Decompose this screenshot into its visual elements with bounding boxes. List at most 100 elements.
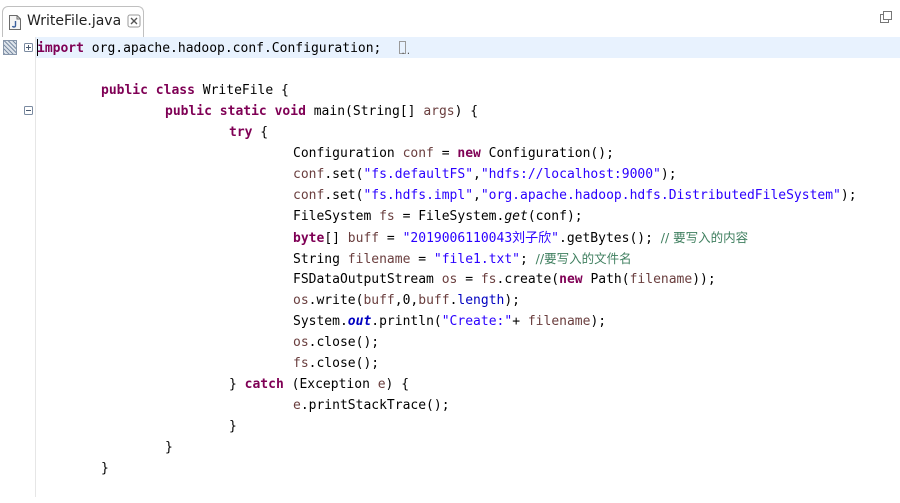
keyword: new <box>559 272 583 287</box>
parameter: e <box>377 377 386 392</box>
string-literal: "Create:" <box>441 314 513 329</box>
code-editor[interactable]: import org.apache.hadoop.conf.Configurat… <box>0 37 900 503</box>
keyword: import <box>37 41 84 56</box>
variable: buff <box>363 293 395 308</box>
code-text: .getBytes(); <box>559 231 661 246</box>
keyword: public <box>165 104 212 119</box>
string-literal: "org.apache.hadoop.hdfs.DistributedFileS… <box>480 188 841 203</box>
close-icon[interactable] <box>127 14 141 28</box>
variable: filename <box>629 272 693 287</box>
code-text: org.apache.hadoop.conf.Configuration; <box>83 41 382 56</box>
keyword: new <box>457 146 481 161</box>
code-text: + <box>512 314 528 329</box>
keyword: byte <box>293 231 325 246</box>
variable: fs <box>379 209 395 224</box>
code-text: .println( <box>371 314 442 329</box>
code-line: String filename = "file1.txt"; //要写入的文件名 <box>293 248 632 269</box>
code-line: FileSystem fs = FileSystem.get(conf); <box>293 206 583 227</box>
code-text: )); <box>692 272 716 287</box>
code-line: import org.apache.hadoop.conf.Configurat… <box>37 38 411 59</box>
variable: os <box>293 335 309 350</box>
string-literal: "2019006110043刘子欣" <box>402 231 559 246</box>
variable: os <box>293 293 309 308</box>
variable: conf <box>402 146 434 161</box>
code-text: .create( <box>496 272 560 287</box>
keyword: void <box>274 104 306 119</box>
code-text: System. <box>293 314 348 329</box>
keyword: try <box>229 125 253 140</box>
code-text: WriteFile { <box>194 83 289 98</box>
code-text: .close(); <box>308 356 380 371</box>
code-text: ); <box>590 314 607 329</box>
code-text: = <box>457 272 481 287</box>
variable: fs <box>480 272 497 287</box>
collapse-fold-icon[interactable] <box>24 106 33 115</box>
string-literal: "hdfs://localhost:9000" <box>480 167 661 182</box>
folded-code-marker[interactable]: .. <box>399 41 411 57</box>
editor-tab-bar: WriteFile.java <box>0 0 900 38</box>
keyword: catch <box>244 377 284 392</box>
code-line: } catch (Exception e) { <box>229 374 409 395</box>
expand-fold-icon[interactable] <box>24 43 33 52</box>
restore-window-icon[interactable] <box>880 11 892 23</box>
code-line: FSDataOutputStream os = fs.create(new Pa… <box>293 269 716 290</box>
java-file-icon <box>9 15 21 30</box>
string-literal: "fs.defaultFS" <box>363 167 474 182</box>
tab-writefile-java[interactable]: WriteFile.java <box>2 6 144 37</box>
code-line: public static void main(String[] args) { <box>165 101 478 122</box>
code-text: .set( <box>324 167 364 182</box>
code-text: ) { <box>385 377 410 392</box>
code-line: public class WriteFile { <box>101 80 289 101</box>
code-text: Configuration(); <box>480 146 614 161</box>
field: length <box>457 293 505 308</box>
variable: buff <box>418 293 450 308</box>
keyword: public <box>101 83 148 98</box>
code-line: } <box>101 458 109 479</box>
string-literal: "file1.txt" <box>433 252 520 267</box>
variable: conf <box>293 167 325 182</box>
code-text: ) { <box>454 104 479 119</box>
variable: fs <box>293 356 309 371</box>
code-text: [] <box>324 231 348 246</box>
code-line: Configuration conf = new Configuration()… <box>293 143 614 164</box>
code-text: Configuration <box>293 146 403 161</box>
code-text: = <box>433 146 458 161</box>
code-text: Path( <box>582 272 630 287</box>
code-text: main(String[] <box>305 104 424 119</box>
variable: conf <box>293 188 325 203</box>
change-marker-icon <box>3 40 17 55</box>
code-text: = <box>410 252 434 267</box>
code-text: , <box>473 167 481 182</box>
code-line: e.printStackTrace(); <box>293 395 450 416</box>
static-method: get <box>504 209 528 224</box>
keyword: static <box>219 104 267 119</box>
variable: buff <box>347 231 380 246</box>
code-text: } <box>229 419 237 434</box>
code-text: ); <box>660 167 677 182</box>
code-text: FSDataOutputStream <box>293 272 442 287</box>
code-line: conf.set("fs.defaultFS","hdfs://localhos… <box>293 164 677 185</box>
code-line: } <box>229 416 237 437</box>
code-line: try { <box>229 122 268 143</box>
code-text: = FileSystem. <box>394 209 505 224</box>
code-text: (Exception <box>283 377 378 392</box>
static-field: out <box>347 314 372 329</box>
variable: filename <box>347 252 411 267</box>
code-line: os.write(buff,0,buff.length); <box>293 290 520 311</box>
code-text: } <box>229 377 245 392</box>
keyword: class <box>155 83 195 98</box>
code-text: } <box>165 440 173 455</box>
editor-gutter <box>0 37 36 497</box>
code-comment: //要写入的文件名 <box>535 251 632 266</box>
code-line: } <box>165 437 173 458</box>
code-text: .printStackTrace(); <box>300 398 450 413</box>
variable: filename <box>527 314 591 329</box>
code-line: os.close(); <box>293 332 379 353</box>
code-text: String <box>293 252 348 267</box>
string-literal: "fs.hdfs.impl" <box>363 188 474 203</box>
code-text: ; <box>520 252 536 267</box>
code-text: FileSystem <box>293 209 380 224</box>
code-line: System.out.println("Create:"+ filename); <box>293 311 606 332</box>
code-text: { <box>252 125 269 140</box>
code-comment: // 要写入的内容 <box>660 230 749 245</box>
